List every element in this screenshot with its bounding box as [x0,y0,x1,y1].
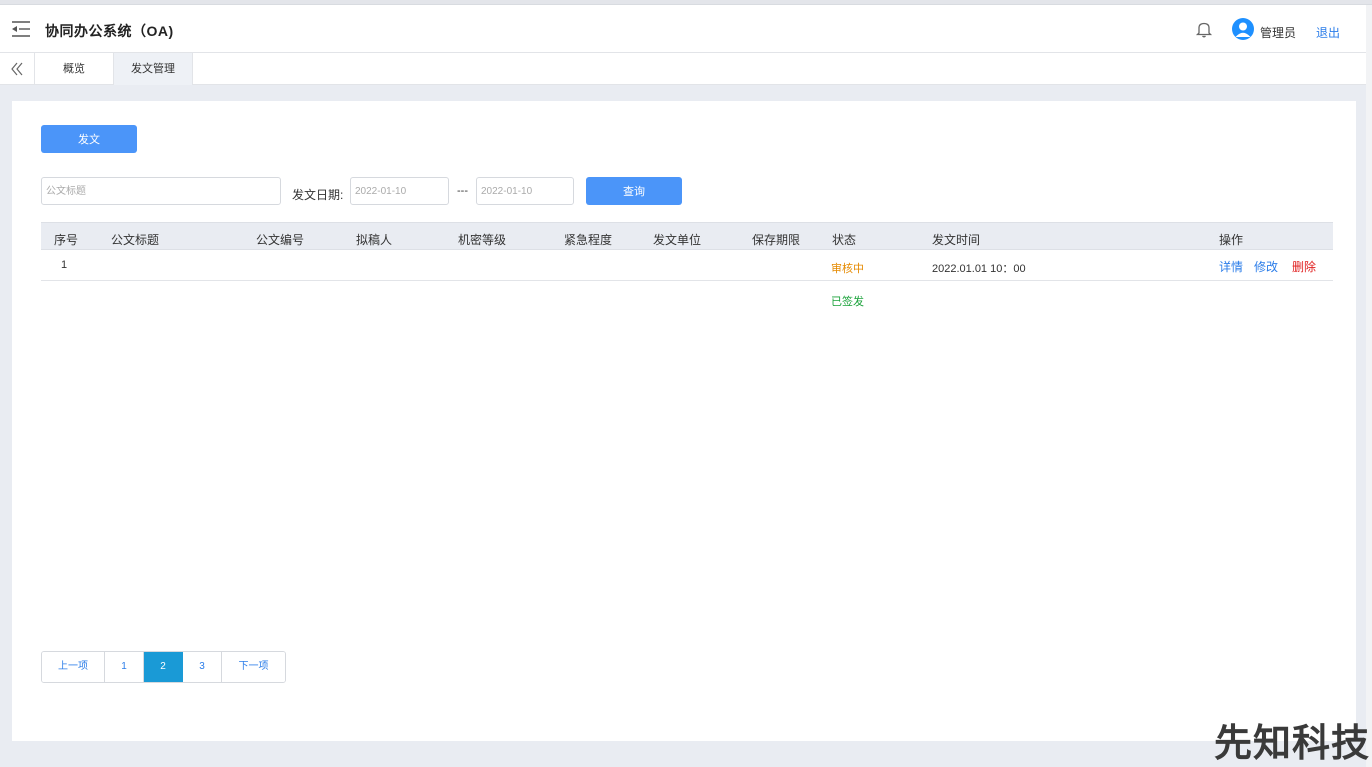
pagination: 上一项 1 2 3 下一项 [41,651,286,683]
date-from-input[interactable] [350,177,449,205]
collapse-double-chevron-icon[interactable] [8,60,26,78]
column-header-issuer: 发文单位 [653,233,702,247]
tab-overview[interactable]: 概览 [35,53,113,85]
column-header-drafter: 拟稿人 [356,233,393,247]
status-badge-reviewing: 审核中 [831,263,864,275]
pagination-page-1[interactable]: 1 [105,652,144,682]
row-divider [41,280,1333,281]
send-date-label: 发文日期: [292,188,344,202]
vertical-scrollbar[interactable] [1366,5,1372,767]
pagination-page-2-current[interactable]: 2 [144,652,183,682]
logout-link[interactable]: 退出 [1316,24,1340,41]
status-badge-signed: 已签发 [831,296,864,308]
date-to-input[interactable] [476,177,574,205]
user-name: 管理员 [1260,26,1297,40]
column-header-title: 公文标题 [111,233,160,247]
detail-link[interactable]: 详情 [1219,258,1243,275]
watermark-logo: 先知科技 [1214,723,1371,765]
user-avatar-icon[interactable] [1232,18,1254,40]
column-header-secrecy: 机密等级 [458,233,507,247]
delete-link[interactable]: 删除 [1292,258,1316,275]
column-header-index: 序号 [54,233,79,247]
column-header-urgency: 紧急程度 [564,233,613,247]
column-header-actions: 操作 [1219,233,1244,247]
date-range-separator: --- [457,185,468,197]
notification-bell-icon[interactable] [1195,20,1213,38]
pagination-prev-button[interactable]: 上一项 [42,652,105,682]
send-document-button[interactable]: 发文 [41,125,137,153]
app-header: 协同办公系统（OA) 管理员 退出 [0,5,1372,53]
column-header-doc-number: 公文编号 [256,233,305,247]
query-button[interactable]: 查询 [586,177,682,205]
row-index: 1 [61,259,68,271]
edit-link[interactable]: 修改 [1254,258,1278,275]
app-title: 协同办公系统（OA) [45,23,174,39]
column-header-retention: 保存期限 [752,233,801,247]
tab-bar: 概览 发文管理 [0,53,1372,85]
document-title-input[interactable] [41,177,281,205]
pagination-page-3[interactable]: 3 [183,652,222,682]
menu-toggle-icon[interactable] [10,19,32,39]
pagination-next-button[interactable]: 下一项 [222,652,285,682]
column-header-status: 状态 [832,233,857,247]
tab-document-management[interactable]: 发文管理 [113,53,193,85]
column-header-send-time: 发文时间 [932,233,981,247]
row-send-time: 2022.01.01 10：00 [932,263,1026,275]
